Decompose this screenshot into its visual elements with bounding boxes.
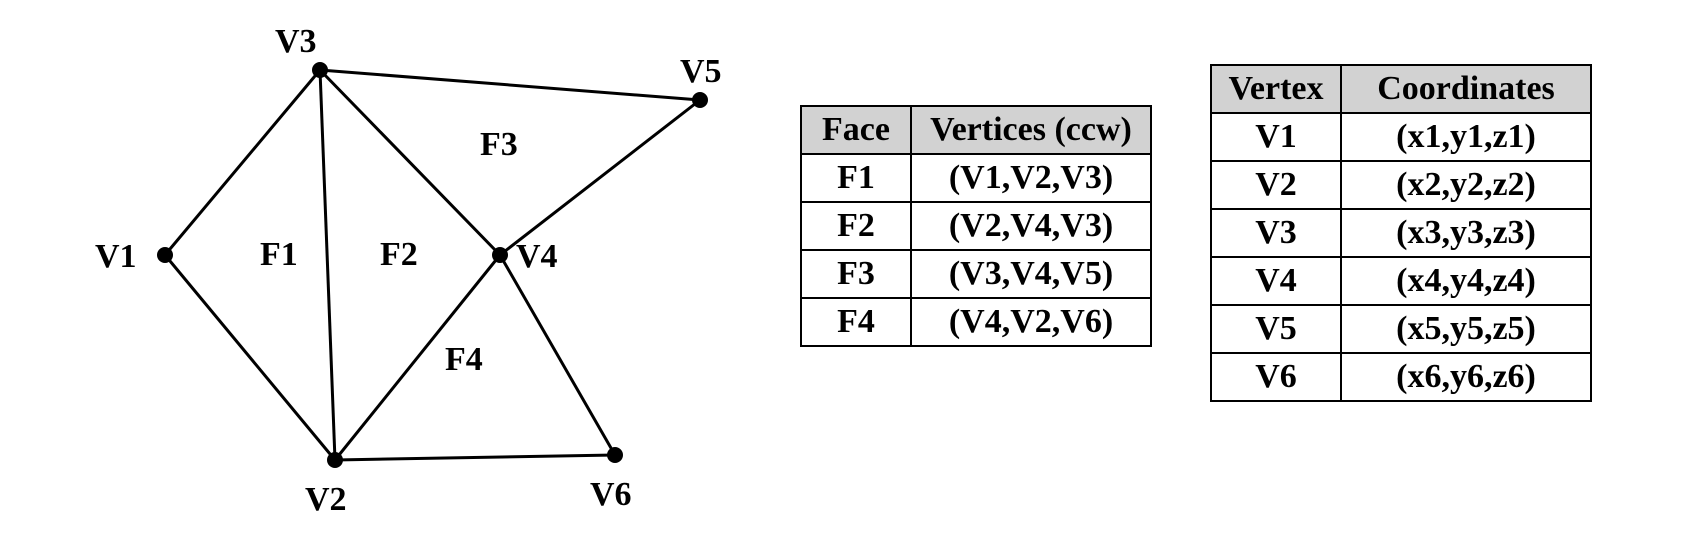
vertex-header: Vertex [1211, 65, 1341, 113]
vertex-cell: V3 [1211, 209, 1341, 257]
table-row: V3 (x3,y3,z3) [1211, 209, 1591, 257]
vertex-cell: V6 [1211, 353, 1341, 401]
face-label-f4: F4 [445, 341, 483, 378]
face-cell: F1 [801, 154, 911, 202]
coords-cell: (x5,y5,z5) [1341, 305, 1591, 353]
table-row: F4 (V4,V2,V6) [801, 298, 1151, 346]
face-cell: F3 [801, 250, 911, 298]
vertex-label-v6: V6 [590, 476, 632, 513]
table-row: V2 (x2,y2,z2) [1211, 161, 1591, 209]
vertices-cell: (V3,V4,V5) [911, 250, 1151, 298]
face-cell: F4 [801, 298, 911, 346]
coords-header: Coordinates [1341, 65, 1591, 113]
vertices-header: Vertices (ccw) [911, 106, 1151, 154]
face-label-f1: F1 [260, 236, 298, 273]
mesh-edge [500, 100, 700, 255]
mesh-edge [335, 455, 615, 460]
vertices-cell: (V1,V2,V3) [911, 154, 1151, 202]
vertex-cell: V1 [1211, 113, 1341, 161]
mesh-edge [320, 70, 335, 460]
vertex-dot-v6 [607, 447, 623, 463]
coords-cell: (x2,y2,z2) [1341, 161, 1591, 209]
vertex-label-v2: V2 [305, 481, 347, 518]
table-row: F1 (V1,V2,V3) [801, 154, 1151, 202]
table-row: V4 (x4,y4,z4) [1211, 257, 1591, 305]
mesh-edge [320, 70, 500, 255]
face-table: Face Vertices (ccw) F1 (V1,V2,V3) F2 (V2… [800, 105, 1152, 347]
vertex-dot-v4 [492, 247, 508, 263]
table-row: F2 (V2,V4,V3) [801, 202, 1151, 250]
vertices-cell: (V2,V4,V3) [911, 202, 1151, 250]
table-header-row: Face Vertices (ccw) [801, 106, 1151, 154]
vertex-label-v5: V5 [680, 53, 722, 90]
face-label-f3: F3 [480, 126, 518, 163]
mesh-edge [320, 70, 700, 100]
table-row: V5 (x5,y5,z5) [1211, 305, 1591, 353]
vertex-label-v4: V4 [516, 238, 558, 275]
vertex-cell: V2 [1211, 161, 1341, 209]
vertex-cell: V4 [1211, 257, 1341, 305]
face-label-f2: F2 [380, 236, 418, 273]
mesh-edge [165, 255, 335, 460]
mesh-edge [500, 255, 615, 455]
vertex-dot-v2 [327, 452, 343, 468]
table-row: F3 (V3,V4,V5) [801, 250, 1151, 298]
face-header: Face [801, 106, 911, 154]
vertex-cell: V5 [1211, 305, 1341, 353]
mesh-edges [165, 70, 700, 460]
vertex-dot-v1 [157, 247, 173, 263]
coords-cell: (x3,y3,z3) [1341, 209, 1591, 257]
table-row: V6 (x6,y6,z6) [1211, 353, 1591, 401]
face-labels: F1 F2 F3 F4 [260, 126, 518, 378]
coords-cell: (x4,y4,z4) [1341, 257, 1591, 305]
table-row: V1 (x1,y1,z1) [1211, 113, 1591, 161]
figure-container: V1V2V3V4V5V6 F1F2F3F4 Face Vertices (ccw… [0, 0, 1700, 546]
table-header-row: Vertex Coordinates [1211, 65, 1591, 113]
vertices-cell: (V4,V2,V6) [911, 298, 1151, 346]
vertex-table: Vertex Coordinates V1 (x1,y1,z1) V2 (x2,… [1210, 64, 1592, 402]
mesh-edge [165, 70, 320, 255]
vertex-label-v3: V3 [275, 23, 317, 60]
coords-cell: (x6,y6,z6) [1341, 353, 1591, 401]
vertex-dot-v5 [692, 92, 708, 108]
coords-cell: (x1,y1,z1) [1341, 113, 1591, 161]
face-cell: F2 [801, 202, 911, 250]
mesh-diagram: V1 V2 V3 V4 V5 V6 F1 F2 F3 F4 [60, 10, 780, 530]
mesh-vertices [157, 62, 708, 468]
vertex-dot-v3 [312, 62, 328, 78]
vertex-label-v1: V1 [95, 238, 137, 275]
